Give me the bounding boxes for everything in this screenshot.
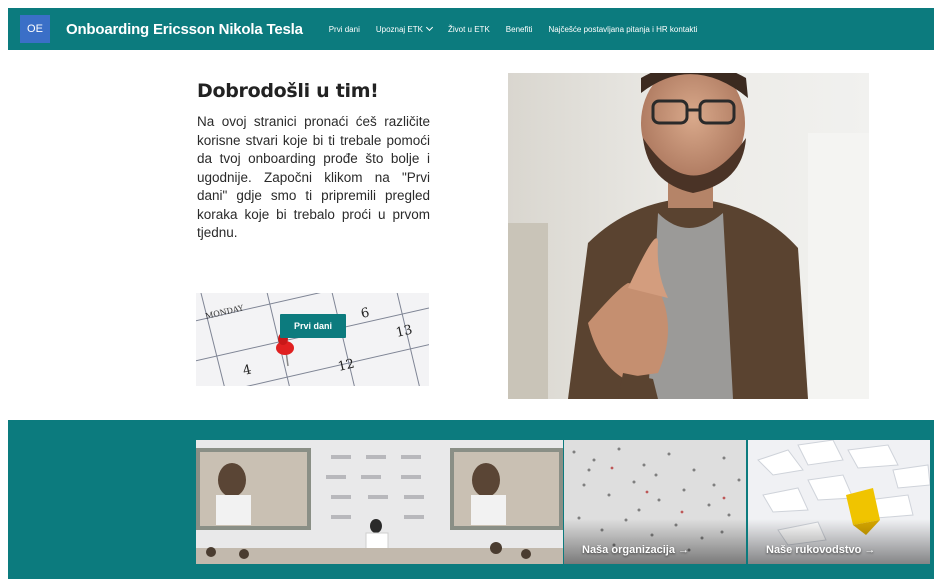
site-header: OE Onboarding Ericsson Nikola Tesla Prvi… [8,8,934,50]
handshake-illustration [508,73,869,399]
chevron-down-icon [425,23,434,32]
nav-item-label: Benefiti [505,24,533,34]
nav-item-label: Najčešće postavljana pitanja i HR kontak… [548,24,698,34]
site-title[interactable]: Onboarding Ericsson Nikola Tesla [66,21,303,38]
nav-item-benefiti[interactable]: Benefiti [506,25,533,34]
top-navigation: Prvi dani Upoznaj ETK Život u ETK Benefi… [329,23,697,34]
site-logo[interactable]: OE [20,15,50,43]
nav-item-label: Upoznaj ETK [375,24,423,34]
nav-item-prvi-dani[interactable]: Prvi dani [329,25,360,34]
nav-item-label: Prvi dani [328,24,360,34]
nav-item-upoznaj-etk[interactable]: Upoznaj ETK [375,23,434,34]
tile-label[interactable]: Naše rukovodstvo → [766,544,875,556]
tile-nase-rukovodstvo[interactable]: Naše rukovodstvo → [748,440,930,564]
nav-item-faq-hr-contacts[interactable]: Najčešće postavljana pitanja i HR kontak… [548,25,697,34]
tile-conference-photo[interactable] [196,440,563,564]
nav-item-label: Život u ETK [447,24,490,34]
conference-illustration [196,440,563,564]
tile-shade [564,519,746,564]
nav-item-zivot-u-etk[interactable]: Život u ETK [448,25,490,34]
welcome-paragraph: Na ovoj stranici pronaći ćeš različite k… [197,114,430,240]
tile-nasa-organizacija[interactable]: Naša organizacija → [564,440,746,564]
prvi-dani-button[interactable]: Prvi dani [280,314,346,338]
welcome-heading: Dobrodošli u tim! [197,80,379,102]
tile-label[interactable]: Naša organizacija → [582,544,689,556]
hero-handshake-photo [508,73,869,399]
calendar-image: MONDAY 6 13 12 4 [196,293,429,386]
tile-shade [748,519,930,564]
calendar-illustration: MONDAY 6 13 12 4 [196,293,429,386]
